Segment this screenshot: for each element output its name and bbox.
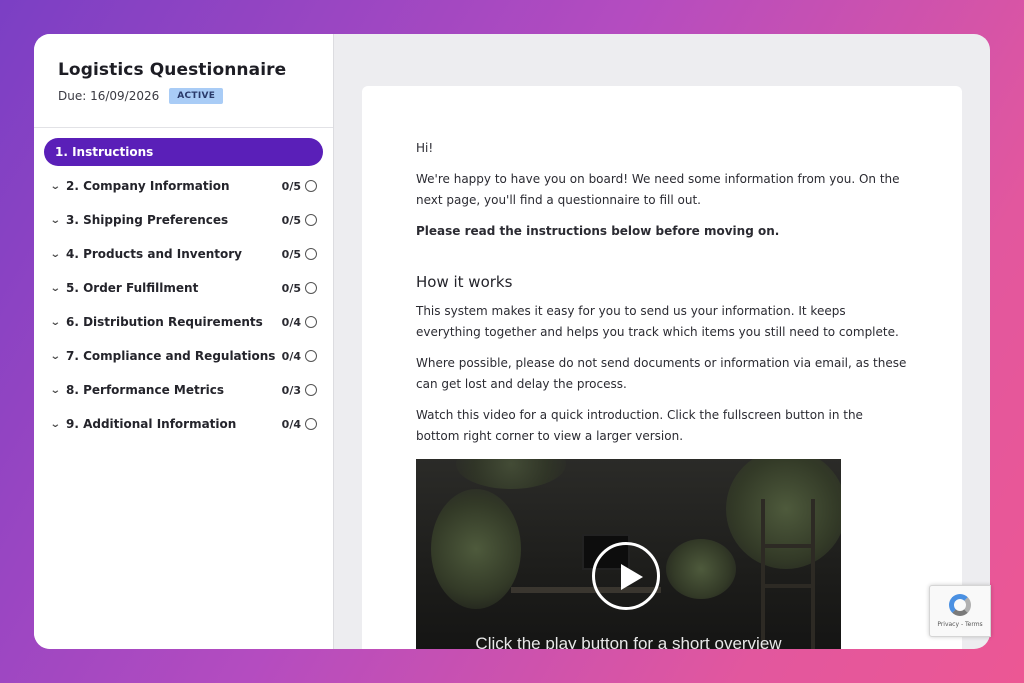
nav-item-label: 5. Order Fulfillment (66, 281, 199, 295)
intro-text: We're happy to have you on board! We nee… (416, 172, 900, 207)
sidebar-header: Logistics Questionnaire Due: 16/09/2026 … (34, 34, 333, 128)
body-paragraph: This system makes it easy for you to sen… (416, 304, 899, 339)
body-paragraph: Where possible, please do not send docum… (416, 356, 907, 391)
app-window: Logistics Questionnaire Due: 16/09/2026 … (34, 34, 990, 649)
greeting-text: Hi! (416, 141, 434, 155)
nav-item-label: 6. Distribution Requirements (66, 315, 263, 329)
recaptcha-icon (946, 591, 974, 619)
instructions-card: Hi! We're happy to have you on board! We… (362, 86, 962, 649)
video-background-shelf (761, 499, 765, 649)
nav-item-order-fulfillment[interactable]: ⌄ 5. Order Fulfillment 0/5 (44, 274, 323, 302)
chevron-down-icon[interactable]: ⌄ (50, 283, 68, 294)
chevron-down-icon[interactable]: ⌄ (50, 385, 68, 396)
nav-item-label: 1. Instructions (55, 145, 154, 159)
video-background-shelf (811, 499, 815, 649)
video-background-plant (726, 459, 841, 569)
chevron-down-icon[interactable]: ⌄ (50, 249, 68, 260)
nav-item-performance-metrics[interactable]: ⌄ 8. Performance Metrics 0/3 (44, 376, 323, 404)
video-background-plant (431, 489, 521, 609)
section-nav: 1. Instructions ⌄ 2. Company Information… (34, 128, 333, 438)
play-button[interactable] (592, 542, 660, 610)
nav-item-label: 7. Compliance and Regulations (66, 349, 276, 363)
nav-item-compliance-regulations[interactable]: ⌄ 7. Compliance and Regulations 0/4 (44, 342, 323, 370)
status-circle-icon (305, 180, 317, 192)
status-circle-icon (305, 248, 317, 260)
chevron-down-icon[interactable]: ⌄ (50, 351, 68, 362)
video-caption: Click the play button for a short overvi… (475, 634, 782, 649)
status-circle-icon (305, 214, 317, 226)
chevron-down-icon[interactable]: ⌄ (50, 181, 68, 192)
nav-item-products-inventory[interactable]: ⌄ 4. Products and Inventory 0/5 (44, 240, 323, 268)
nav-item-label: 2. Company Information (66, 179, 230, 193)
nav-item-label: 3. Shipping Preferences (66, 213, 229, 227)
sidebar: Logistics Questionnaire Due: 16/09/2026 … (34, 34, 334, 649)
progress-count: 0/5 (281, 179, 301, 193)
nav-item-shipping-preferences[interactable]: ⌄ 3. Shipping Preferences 0/5 (44, 206, 323, 234)
meta-row: Due: 16/09/2026 ACTIVE (58, 88, 309, 104)
nav-item-label: 8. Performance Metrics (66, 383, 224, 397)
progress-count: 0/4 (281, 349, 301, 363)
progress-count: 0/4 (281, 417, 301, 431)
intro-video[interactable]: Click the play button for a short overvi… (416, 459, 841, 649)
nav-item-company-information[interactable]: ⌄ 2. Company Information 0/5 (44, 172, 323, 200)
chevron-down-icon[interactable]: ⌄ (50, 215, 68, 226)
status-circle-icon (305, 316, 317, 328)
video-background-shelf (761, 584, 815, 588)
recaptcha-badge[interactable]: Privacy - Terms (929, 585, 991, 637)
progress-count: 0/5 (281, 213, 301, 227)
nav-item-label: 4. Products and Inventory (66, 247, 242, 261)
status-circle-icon (305, 282, 317, 294)
video-background-plant (666, 539, 736, 599)
progress-count: 0/5 (281, 247, 301, 261)
video-background-plant (456, 459, 566, 489)
progress-count: 0/3 (281, 383, 301, 397)
progress-count: 0/4 (281, 315, 301, 329)
main-content: Hi! We're happy to have you on board! We… (334, 34, 990, 649)
nav-item-distribution-requirements[interactable]: ⌄ 6. Distribution Requirements 0/4 (44, 308, 323, 336)
status-badge: ACTIVE (169, 88, 224, 104)
progress-count: 0/5 (281, 281, 301, 295)
recaptcha-links[interactable]: Privacy - Terms (930, 621, 990, 628)
nav-item-additional-information[interactable]: ⌄ 9. Additional Information 0/4 (44, 410, 323, 438)
chevron-down-icon[interactable]: ⌄ (50, 419, 68, 430)
instruction-text: Please read the instructions below befor… (416, 224, 780, 238)
nav-item-label: 9. Additional Information (66, 417, 237, 431)
section-heading: How it works (416, 273, 513, 291)
status-circle-icon (305, 418, 317, 430)
video-background-shelf (761, 544, 815, 548)
body-paragraph: Watch this video for a quick introductio… (416, 408, 863, 443)
status-circle-icon (305, 384, 317, 396)
nav-item-instructions[interactable]: 1. Instructions (44, 138, 323, 166)
status-circle-icon (305, 350, 317, 362)
due-date: Due: 16/09/2026 (58, 89, 160, 103)
chevron-down-icon[interactable]: ⌄ (50, 317, 68, 328)
page-title: Logistics Questionnaire (58, 60, 287, 80)
